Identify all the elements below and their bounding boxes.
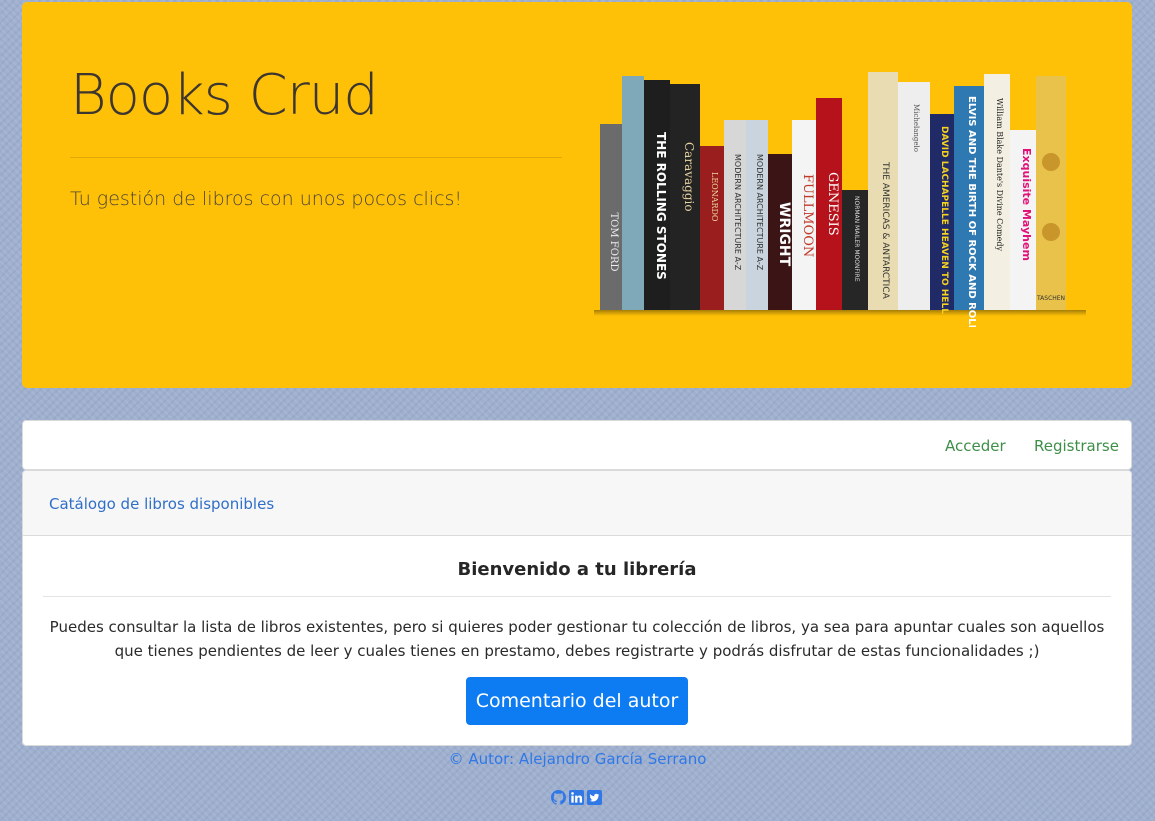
welcome-description: Puedes consultar la lista de libros exis… [49, 618, 1105, 660]
book-spine-text: Exquisite Mayhem [1020, 148, 1033, 261]
twitter-icon[interactable] [587, 790, 602, 805]
card-divider [43, 596, 1111, 597]
book-ornament [1042, 223, 1060, 241]
page-title: Books Crud [70, 63, 379, 128]
book-spine-text: MODERN ARCHITECTURE A-Z [755, 154, 764, 271]
book-spine-text: NORMAN MAILER MOONFIRE [853, 196, 860, 282]
book-spine-text: MODERN ARCHITECTURE A-Z [733, 154, 742, 271]
jumbotron-divider [70, 157, 562, 158]
book-spine-text: TOM FORD [608, 213, 619, 272]
login-link[interactable]: Acceder [945, 437, 1006, 455]
navbar: Acceder Registrarse [22, 420, 1132, 470]
tagline: Tu gestión de libros con unos pocos clic… [70, 188, 463, 210]
welcome-card: Catálogo de libros disponibles Bienvenid… [22, 470, 1132, 746]
book-spine-text: THE ROLLING STONES [654, 132, 668, 280]
catalog-link[interactable]: Catálogo de libros disponibles [49, 495, 274, 513]
book-spine-text: DAVID LACHAPELLE HEAVEN TO HELL [939, 126, 949, 314]
book-spine-text: Caravaggio [682, 142, 696, 212]
footer-author: © Autor: Alejandro García Serrano [448, 750, 707, 768]
book-ornament [1042, 153, 1060, 171]
book-spine-text: FULLMOON [800, 174, 815, 257]
book-publisher-text: TASCHEN [1036, 295, 1065, 302]
register-link[interactable]: Registrarse [1034, 437, 1119, 455]
author-comment-button[interactable]: Comentario del autor [466, 677, 688, 725]
linkedin-icon[interactable] [569, 790, 584, 805]
github-icon[interactable] [551, 790, 566, 805]
bookshelf-image: TOM FORD THE ROLLING STONES Caravaggio L… [594, 72, 1086, 327]
book-spine [1036, 76, 1066, 310]
book-spine-text: William Blake Dante's Divine Comedy [995, 98, 1004, 252]
book-spine-text: Michelangelo [912, 104, 920, 152]
shelf-shadow [594, 310, 1086, 316]
card-header: Catálogo de libros disponibles [23, 471, 1131, 536]
welcome-title: Bienvenido a tu librería [457, 559, 697, 580]
jumbotron: Books Crud Tu gestión de libros con unos… [22, 2, 1132, 388]
book-spine-text: GENESIS [825, 172, 840, 236]
book-spine-text: LEONARDO [710, 172, 719, 222]
book-spine-text: WRIGHT [776, 202, 792, 267]
book-spine-text: THE AMERICAS & ANTARCTICA [880, 161, 890, 300]
book-spine [622, 76, 644, 310]
social-links [551, 790, 602, 805]
book-spine [700, 146, 724, 310]
book-spine-text: ELVIS AND THE BIRTH OF ROCK AND ROLL [966, 96, 977, 327]
